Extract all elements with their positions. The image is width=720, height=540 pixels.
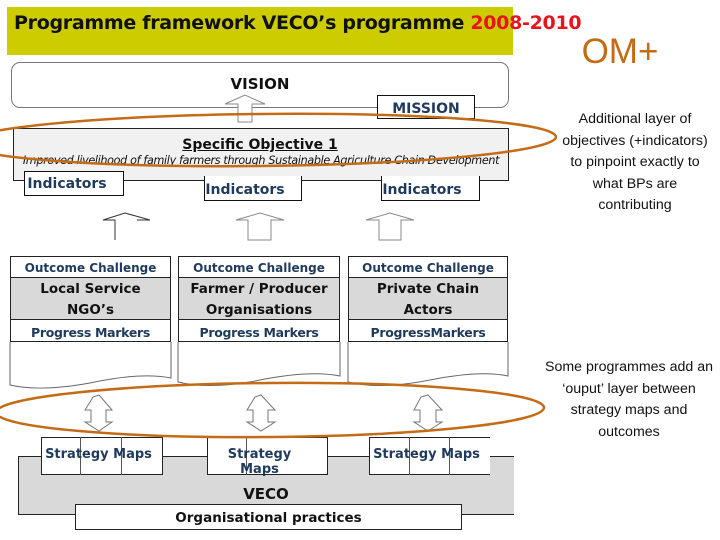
- document-bottom-curve: [9, 342, 172, 389]
- title-main: Programme framework VECO’s programme: [14, 12, 471, 34]
- up-arrow-icon: [102, 212, 151, 240]
- strategy-maps-label: Strategy Maps: [45, 447, 152, 462]
- outcome-name-line1: Local Service: [40, 281, 141, 297]
- progress-marker-line: [364, 358, 484, 359]
- strategy-maps-label: Strategy Maps: [227, 447, 292, 477]
- outcome-challenge-label: Outcome Challenge: [193, 261, 325, 275]
- outcome-name-line2: Organisations: [205, 302, 313, 318]
- outcome-name-line1: Farmer / Producer: [190, 281, 328, 297]
- progress-marker-line: [364, 376, 445, 377]
- document-bottom-curve: [347, 342, 509, 387]
- double-arrow-icon: [412, 394, 444, 432]
- note-objectives-layer: Additional layer of objectives (+indicat…: [562, 111, 708, 213]
- progress-markers-label: Progress Markers: [199, 325, 319, 340]
- title-years: 2008-2010: [470, 12, 582, 34]
- outcome-name-line2: NGO’s: [66, 302, 115, 318]
- specific-objective-description: Improved livelihood of family farmers th…: [22, 154, 500, 167]
- outcome-challenge-label: Outcome Challenge: [362, 261, 494, 275]
- progress-marker-line: [27, 355, 147, 356]
- progress-marker-line: [364, 366, 484, 367]
- strategy-maps-label: Strategy Maps: [373, 447, 480, 462]
- note-output-layer: Some programmes add an ‘ouput’ layer bet…: [545, 359, 713, 440]
- outcome-challenge-label: Outcome Challenge: [24, 261, 157, 275]
- highlight-ellipse-outputs: [0, 381, 546, 439]
- progress-marker-line: [27, 364, 147, 365]
- double-arrow-icon: [245, 394, 277, 432]
- om-plus-title: OM+: [581, 32, 659, 71]
- organisational-practices-label: Organisational practices: [175, 510, 362, 526]
- indicators-label: Indicators: [382, 182, 462, 198]
- double-arrow-icon: [83, 394, 114, 432]
- mission-label: MISSION: [392, 101, 460, 117]
- veco-label: VECO: [243, 485, 289, 503]
- progress-markers-label: Progress Markers: [30, 325, 151, 340]
- outcome-name-line1: Private Chain: [376, 281, 480, 297]
- document-bottom-curve: [177, 342, 341, 387]
- specific-objective-title: Specific Objective 1: [182, 137, 338, 153]
- outcome-name-line2: Actors: [403, 302, 453, 318]
- up-arrow-icon: [235, 212, 285, 241]
- progress-marker-line: [195, 376, 277, 377]
- vision-label: VISION: [230, 75, 290, 93]
- indicators-label: Indicators: [205, 182, 285, 198]
- progress-marker-line: [195, 366, 317, 367]
- indicators-label: Indicators: [27, 176, 107, 192]
- progress-marker-line: [195, 358, 317, 359]
- progress-marker-line: [27, 374, 108, 375]
- up-arrow-icon: [365, 212, 415, 241]
- progress-markers-label: ProgressMarkers: [370, 325, 486, 340]
- page-title: Programme framework VECO’s programme 200…: [14, 12, 582, 34]
